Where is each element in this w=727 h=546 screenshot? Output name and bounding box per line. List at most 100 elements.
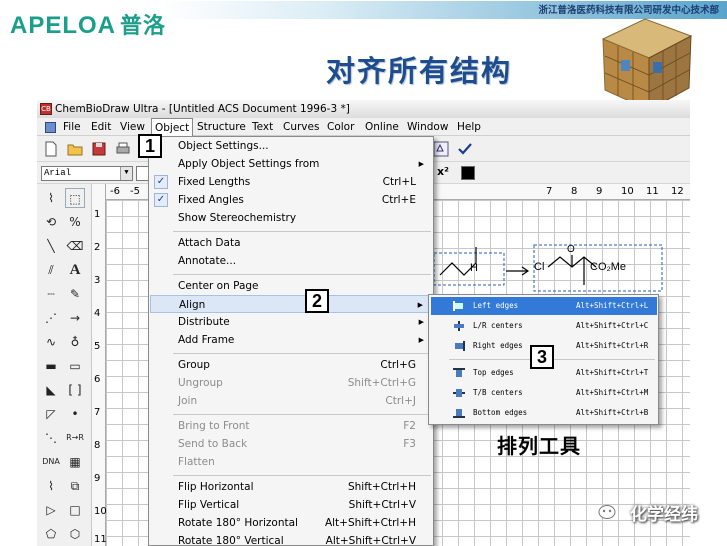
align-right-icon — [455, 341, 465, 351]
print-icon[interactable] — [115, 141, 131, 157]
menu-item-rotate-180-horizontal[interactable]: Rotate 180° Horizontal Alt+Shift+Ctrl+H — [150, 514, 432, 532]
arrow-tool-icon[interactable]: → — [65, 308, 85, 328]
align-lr-centers[interactable]: L/R centers Alt+Shift+Ctrl+C — [431, 317, 657, 335]
ruler-left-tick: 7 — [94, 407, 101, 418]
menu-window[interactable]: Window — [407, 118, 448, 136]
menu-item-group[interactable]: Group Ctrl+G — [150, 356, 432, 374]
ruler-top-tick: 8 — [571, 186, 578, 197]
menu-text[interactable]: Text — [252, 118, 273, 136]
ruler-top-tick: -5 — [130, 186, 140, 197]
checkmark-icon[interactable] — [457, 141, 473, 157]
window-title: ChemBioDraw Ultra - [Untitled ACS Docume… — [55, 103, 350, 115]
menubar: File Edit View Object Structure Text Cur… — [37, 118, 690, 136]
menu-item-show-stereochemistry[interactable]: Show Stereochemistry — [150, 209, 432, 227]
dna-tool-icon[interactable]: DNA — [41, 452, 61, 472]
menu-item-annotate[interactable]: Annotate... — [150, 252, 432, 270]
new-document-icon[interactable] — [43, 141, 59, 157]
open-folder-icon[interactable] — [67, 141, 83, 157]
marquee-select-icon[interactable]: ⬚ — [65, 188, 85, 208]
rotate-tool-icon[interactable]: ⟲ — [41, 212, 61, 232]
eraser-icon[interactable]: ⌫ — [65, 236, 85, 256]
menu-item-flatten[interactable]: Flatten — [150, 453, 432, 471]
tool-palette: ⌇ ⬚ ⟲ % ╲ ⌫ ⫽ A ┈ ✎ ⋰ → ∿ ♁ ▬ ▭ ◣ [ ] ◸ … — [37, 184, 92, 546]
align-bottom-edges[interactable]: Bottom edges Alt+Shift+Ctrl+B — [431, 404, 657, 422]
h-atom-label: H — [470, 262, 478, 274]
menu-online[interactable]: Online — [365, 118, 399, 136]
menu-separator — [173, 274, 431, 275]
ruler-left: 1 2 3 4 5 6 7 8 9 10 11 — [92, 184, 107, 546]
pentagon-ring-icon[interactable]: ⬠ — [41, 524, 61, 544]
menu-item-flip-vertical[interactable]: Flip Vertical Shift+Ctrl+V — [150, 496, 432, 514]
dashed-bond-icon[interactable]: ┈ — [41, 284, 61, 304]
menu-structure[interactable]: Structure — [197, 118, 246, 136]
ruler-top-tick: 9 — [596, 186, 603, 197]
single-bond-icon[interactable]: ╲ — [41, 236, 61, 256]
ruler-left-tick: 4 — [94, 308, 101, 319]
ruler-left-tick: 9 — [94, 473, 101, 484]
bracket-tool-icon[interactable]: [ ] — [65, 380, 85, 400]
menu-item-bring-to-front[interactable]: Bring to Front F2 — [150, 417, 432, 435]
cube-graphic — [601, 18, 693, 111]
triangle-ring-icon[interactable]: ▷ — [41, 500, 61, 520]
menu-item-flip-horizontal[interactable]: Flip Horizontal Shift+Ctrl+H — [150, 478, 432, 496]
menu-item-rotate-180-vertical[interactable]: Rotate 180° Vertical Alt+Shift+Ctrl+V — [150, 532, 432, 546]
color-swatch-button[interactable] — [461, 166, 475, 180]
menu-help[interactable]: Help — [457, 118, 481, 136]
chemical-structures[interactable]: H Cl O CO₂Me — [430, 225, 680, 295]
wedge-bond-icon[interactable]: ◣ — [41, 380, 61, 400]
menu-item-attach-data[interactable]: Attach Data — [150, 234, 432, 252]
menu-edit[interactable]: Edit — [91, 118, 111, 136]
ruler-left-tick: 3 — [94, 275, 101, 286]
menu-color[interactable]: Color — [327, 118, 354, 136]
check-icon: ✓ — [154, 175, 168, 189]
font-family-select[interactable]: Arial ▼ — [41, 166, 133, 181]
wavy-bond-icon[interactable]: ∿ — [41, 332, 61, 352]
menu-item-fixed-angles[interactable]: ✓ Fixed Angles Ctrl+E — [150, 191, 432, 209]
menu-item-align[interactable]: Align ▶ — [150, 295, 432, 313]
rectangle-tool-icon[interactable]: ▭ — [65, 356, 85, 376]
orbital-tool-icon[interactable]: ♁ — [65, 332, 85, 352]
pen-tool-icon[interactable]: ✎ — [65, 284, 85, 304]
text-tool-icon[interactable]: A — [65, 260, 85, 280]
hash-wedge-icon[interactable]: ⋱ — [41, 428, 61, 448]
menu-file[interactable]: File — [63, 118, 81, 136]
hashed-bond-icon[interactable]: ⋰ — [41, 308, 61, 328]
reaction-arrow-icon[interactable]: R→R — [65, 428, 85, 448]
menu-item-object-settings[interactable]: Object Settings... — [150, 137, 432, 155]
align-center-horizontal-icon — [454, 321, 464, 331]
bold-bond-icon[interactable]: ▬ — [41, 356, 61, 376]
document-icon — [45, 122, 56, 133]
double-bond-icon[interactable]: ⫽ — [41, 260, 61, 280]
submenu-arrow-icon: ▶ — [417, 301, 423, 309]
chain-tool-icon[interactable]: ⌇ — [41, 476, 61, 496]
table-tool-icon[interactable]: ▦ — [65, 452, 85, 472]
hollow-wedge-icon[interactable]: ◸ — [41, 404, 61, 424]
menu-separator — [173, 231, 431, 232]
menu-item-distribute[interactable]: Distribute ▶ — [150, 313, 432, 331]
object-menu-dropdown: Object Settings... Apply Object Settings… — [148, 136, 434, 546]
hexagon-ring-icon[interactable]: ⬡ — [65, 524, 85, 544]
chevron-down-icon[interactable]: ▼ — [120, 167, 132, 180]
lasso-tool-icon[interactable]: ⌇ — [41, 188, 61, 208]
ruler-left-tick: 8 — [94, 440, 101, 451]
menu-item-send-to-back[interactable]: Send to Back F3 — [150, 435, 432, 453]
align-left-edges[interactable]: Left edges Alt+Shift+Ctrl+L — [431, 297, 657, 315]
charge-tool-icon[interactable]: • — [65, 404, 85, 424]
align-tb-centers[interactable]: T/B centers Alt+Shift+Ctrl+M — [431, 384, 657, 402]
menu-item-join[interactable]: Join Ctrl+J — [150, 392, 432, 410]
callout-step-1: 1 — [138, 134, 162, 158]
menu-item-add-frame[interactable]: Add Frame ▶ — [150, 331, 432, 349]
square-ring-icon[interactable]: □ — [65, 500, 85, 520]
menu-item-fixed-lengths[interactable]: ✓ Fixed Lengths Ctrl+L — [150, 173, 432, 191]
superscript-button[interactable]: x² — [437, 165, 449, 178]
menu-item-ungroup[interactable]: Ungroup Shift+Ctrl+G — [150, 374, 432, 392]
menu-item-center-on-page[interactable]: Center on Page — [150, 277, 432, 295]
menu-curves[interactable]: Curves — [283, 118, 319, 136]
percent-tool-icon[interactable]: % — [65, 212, 85, 232]
menu-item-apply-object-settings[interactable]: Apply Object Settings from ▶ — [150, 155, 432, 173]
template-tool-icon[interactable]: ⧉ — [65, 476, 85, 496]
save-disk-icon[interactable] — [91, 141, 107, 157]
structure-check-icon[interactable] — [433, 141, 449, 157]
arrange-tools-caption: 排列工具 — [497, 434, 581, 458]
co2me-label: CO₂Me — [590, 261, 626, 273]
